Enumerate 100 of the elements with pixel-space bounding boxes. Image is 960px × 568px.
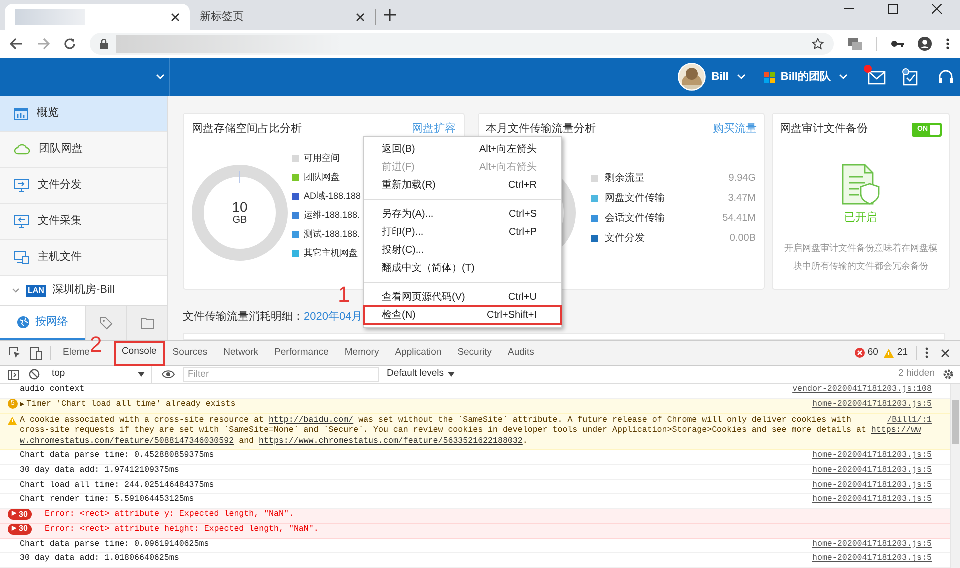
message-text: audio context (20, 384, 86, 396)
warning-count[interactable]: 21 (897, 346, 908, 360)
address-field[interactable] (90, 33, 834, 55)
annotation-number: 1 (338, 283, 350, 307)
maximize-icon[interactable] (888, 4, 898, 14)
devtools-tab[interactable]: Memory (336, 341, 388, 366)
devtools-tab[interactable]: Audits (500, 341, 542, 366)
legend-label: 团队网盘 (304, 170, 340, 184)
message-link[interactable]: https://www.chromestatus.com/feature/5633521622188032 (259, 436, 523, 446)
close-icon[interactable] (941, 348, 950, 358)
error-count[interactable]: 60 (868, 346, 878, 360)
devtools-tab[interactable]: Performance (266, 341, 337, 366)
filter-field[interactable]: Filter (183, 367, 379, 382)
devtools-tab[interactable]: Sources (164, 341, 216, 366)
source-link[interactable]: vendor-20200417181203.js:108 (792, 384, 932, 396)
menu-item[interactable]: 返回(B) Alt+向左箭头 (364, 140, 561, 158)
source-link[interactable]: home-20200417181203.js:5 (812, 553, 932, 566)
cloud-icon (14, 144, 30, 155)
lan-badge: LAN (26, 284, 46, 296)
shortcut-text: Ctrl+Shift+I (486, 308, 537, 322)
legend-label: 会话文件传输 (605, 212, 666, 226)
month-picker[interactable]: 2020年04月 (304, 308, 363, 326)
more-icon[interactable] (946, 38, 950, 50)
annotation-number: 2 (90, 333, 102, 357)
source-link[interactable]: /Bill1/:1 (887, 416, 932, 426)
monitor-file-icon (14, 251, 29, 264)
sidebar-toggle-icon[interactable] (8, 370, 19, 380)
source-link[interactable]: home-20200417181203.js:5 (812, 398, 932, 412)
menu-item[interactable]: 检查(N) Ctrl+Shift+I (364, 306, 561, 324)
backup-status: 已开启 (844, 210, 878, 226)
legend-value: 0.00B (730, 232, 756, 246)
lock-icon (100, 39, 108, 49)
message-text: Chart load all time: 244.025146484375ms (20, 480, 216, 492)
menu-item[interactable]: 打印(P)... Ctrl+P (364, 223, 561, 241)
account-icon[interactable] (918, 37, 932, 51)
menu-item[interactable]: 投射(C)... (364, 241, 561, 259)
devtools-tab[interactable]: Console (114, 341, 165, 366)
chevron-down-icon[interactable] (12, 288, 20, 294)
document-shield-icon (841, 164, 881, 206)
source-link[interactable]: home-20200417181203.js:5 (812, 480, 932, 492)
tree-label: 深圳机房-Bill (52, 282, 115, 298)
extension-icon[interactable] (848, 38, 862, 50)
user-name[interactable]: Bill (712, 68, 729, 86)
dropdown-icon (138, 372, 145, 377)
back-icon[interactable] (10, 38, 23, 50)
eye-icon[interactable] (162, 370, 175, 379)
sidebar-tab[interactable]: 按网络 (0, 306, 85, 340)
menu-item[interactable]: 重新加载(R) Ctrl+R (364, 176, 561, 194)
close-icon[interactable] (356, 12, 365, 22)
scrollbar-thumb[interactable] (952, 400, 959, 444)
sidebar-item[interactable]: 概览 (0, 96, 167, 132)
source-link[interactable]: home-20200417181203.js:5 (812, 494, 932, 507)
devtools-tab[interactable]: Application (387, 341, 450, 366)
sidebar-tab[interactable] (126, 306, 167, 340)
message-link[interactable]: http://baidu.com/ (268, 416, 354, 424)
message-text: Chart data parse time: 0.452880859375ms (20, 450, 216, 462)
source-link[interactable]: home-20200417181203.js:5 (812, 450, 932, 462)
message-link[interactable]: w.chromestatus.com/feature/5088147346030592 (20, 436, 234, 446)
clear-console-icon[interactable] (29, 369, 40, 380)
detail-label: 文件传输流量消耗明细： (183, 310, 304, 325)
legend-label: 运维-188.188. (304, 208, 360, 222)
devtools-tab[interactable]: Network (216, 341, 266, 366)
source-link[interactable]: home-20200417181203.js:5 (812, 464, 932, 478)
inspect-icon[interactable] (9, 347, 21, 359)
settings-icon[interactable] (943, 369, 954, 380)
close-icon[interactable] (932, 4, 942, 14)
menu-item[interactable]: 翻成中文（简体）(T) (364, 259, 561, 277)
message-text: 30 day data add: 1.01806640625ms (20, 553, 180, 566)
legend-label: 网盘文件传输 (605, 192, 666, 206)
card-title: 网盘审计文件备份 (780, 122, 868, 138)
legend-value: 9.94G (728, 172, 756, 186)
message-text: Timer 'Chart load all time' already exists (26, 398, 236, 411)
key-icon[interactable] (891, 40, 904, 48)
source-link[interactable]: home-20200417181203.js:5 (812, 538, 932, 551)
legend-label: 可用空间 (304, 152, 340, 165)
menu-item[interactable]: 查看网页源代码(V) Ctrl+U (364, 288, 561, 306)
reload-icon[interactable] (64, 38, 76, 50)
message-text: 30 day data add: 1.97412109375ms (20, 464, 180, 477)
new-tab-icon[interactable] (384, 9, 396, 21)
message-link[interactable]: https://ww (871, 426, 922, 435)
legend-label: 文件分发 (605, 232, 646, 246)
menu-item[interactable]: 另存为(A)... Ctrl+S (364, 205, 561, 223)
chart-icon (14, 108, 28, 120)
task-check-icon[interactable] (902, 68, 920, 86)
star-icon[interactable] (812, 38, 824, 50)
device-toolbar-icon[interactable] (30, 346, 42, 360)
legend-value: 3.47M (728, 192, 756, 206)
more-icon[interactable] (925, 347, 929, 359)
shortcut-text: Alt+向右箭头 (479, 160, 537, 174)
close-icon[interactable] (171, 12, 180, 22)
windows-logo-icon (764, 72, 775, 82)
levels-dropdown[interactable]: Default levels (387, 367, 456, 382)
context-select[interactable]: top (52, 366, 152, 383)
folder-icon (140, 318, 154, 328)
scrollbar[interactable] (950, 384, 960, 568)
tree-node[interactable]: LAN 深圳机房-Bill (0, 276, 167, 305)
error-icon[interactable] (854, 348, 865, 358)
team-name[interactable]: Bill的团队 (780, 68, 831, 86)
devtools-tab[interactable]: Security (450, 341, 500, 366)
headset-icon[interactable] (938, 69, 954, 85)
